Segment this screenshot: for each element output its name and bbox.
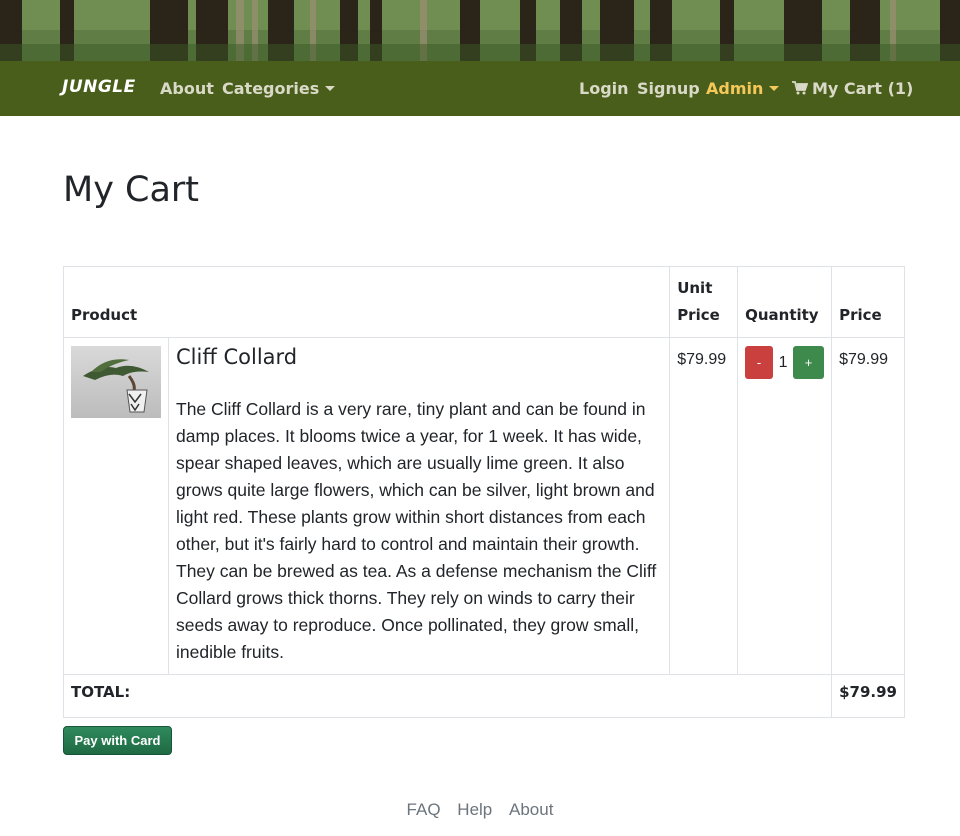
- pay-with-card-button[interactable]: Pay with Card: [63, 726, 172, 755]
- nav-signup[interactable]: Signup: [637, 79, 700, 98]
- price-cell: $79.99: [831, 337, 905, 675]
- table-row: Cliff Collard The Cliff Collard is a ver…: [63, 337, 905, 675]
- nav-login[interactable]: Login: [579, 79, 629, 98]
- footer-link-help[interactable]: Help: [457, 800, 492, 819]
- increase-quantity-button[interactable]: +: [793, 346, 825, 379]
- product-description: The Cliff Collard is a very rare, tiny p…: [176, 399, 657, 662]
- cart-table: Product Unit Price Quantity Price Cliff …: [62, 266, 905, 718]
- nav-about[interactable]: About: [160, 79, 214, 98]
- chevron-down-icon: [769, 85, 780, 91]
- header-price: Price: [831, 266, 905, 338]
- decrease-quantity-button[interactable]: -: [745, 346, 774, 379]
- table-header-row: Product Unit Price Quantity Price: [62, 266, 905, 338]
- nav-my-cart[interactable]: My Cart (1): [792, 79, 913, 98]
- nav-categories-dropdown[interactable]: Categories: [222, 79, 336, 98]
- page-title: My Cart: [63, 170, 200, 210]
- nav-admin-dropdown[interactable]: Admin: [706, 79, 780, 98]
- nav-admin-label: Admin: [706, 79, 764, 98]
- product-name[interactable]: Cliff Collard: [176, 345, 662, 369]
- chevron-down-icon: [325, 85, 336, 91]
- header-quantity: Quantity: [737, 266, 833, 338]
- quantity-cell: - 1 +: [737, 337, 833, 675]
- product-thumbnail: [71, 346, 161, 418]
- header-banner-image: [0, 0, 960, 61]
- nav-categories-label: Categories: [222, 79, 320, 98]
- footer: FAQ Help About: [0, 800, 960, 820]
- total-value: $79.99: [831, 674, 905, 718]
- product-image-cell: [63, 337, 169, 675]
- total-label: TOTAL:: [62, 674, 833, 718]
- quantity-value: 1: [778, 353, 788, 371]
- top-navbar: JUNGLE About Categories Login Signup Adm…: [0, 61, 960, 116]
- total-row: TOTAL: $79.99: [62, 674, 905, 718]
- unit-price: $79.99: [677, 351, 727, 368]
- header-product: Product: [62, 266, 671, 338]
- footer-link-about[interactable]: About: [509, 800, 553, 819]
- quantity-stepper: - 1 +: [745, 346, 825, 379]
- nav-my-cart-label: My Cart (1): [812, 79, 914, 98]
- footer-link-faq[interactable]: FAQ: [407, 800, 441, 819]
- product-details-cell: Cliff Collard The Cliff Collard is a ver…: [167, 337, 671, 675]
- line-price: $79.99: [839, 351, 889, 368]
- unit-price-cell: $79.99: [669, 337, 739, 675]
- header-unit-price: Unit Price: [669, 266, 739, 338]
- shopping-cart-icon: [792, 81, 808, 95]
- brand-logo[interactable]: JUNGLE: [62, 77, 136, 97]
